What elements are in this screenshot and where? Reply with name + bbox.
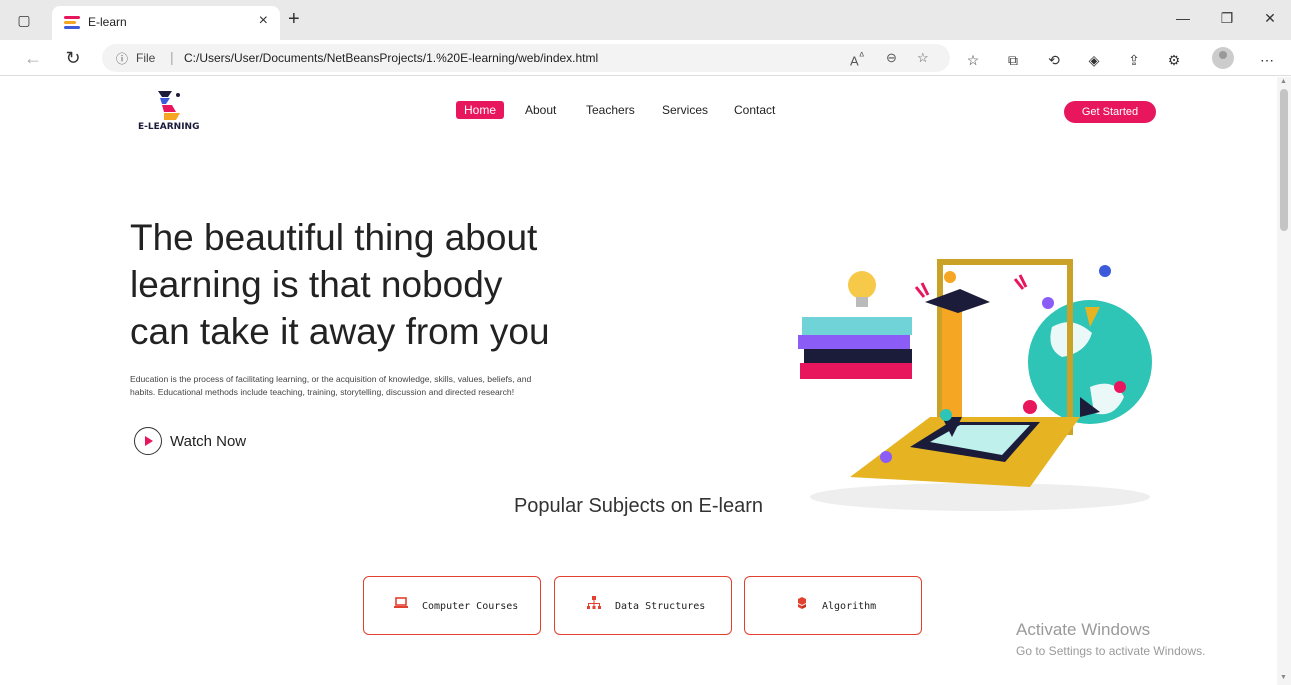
hero-description: Education is the process of facilitating… <box>130 374 532 397</box>
address-file-label: File <box>136 51 156 65</box>
share-icon[interactable]: ⇪ <box>1123 49 1145 71</box>
sitemap-icon <box>587 596 601 609</box>
subject-card-data-structures[interactable]: Data Structures <box>554 576 732 635</box>
hero-title-line: learning is that nobody <box>130 264 503 305</box>
scroll-up-icon[interactable]: ▲ <box>1280 78 1287 85</box>
logo-text: E-LEARNING <box>138 122 200 132</box>
new-tab-icon[interactable]: + <box>288 8 300 31</box>
window-close-icon[interactable]: ✕ <box>1255 10 1285 27</box>
subject-label: Algorithm <box>822 601 877 612</box>
info-icon[interactable]: ⓘ <box>116 50 128 67</box>
nav-teachers[interactable]: Teachers <box>586 103 635 117</box>
profile-avatar[interactable] <box>1212 47 1234 69</box>
address-url[interactable]: C:/Users/User/Documents/NetBeansProjects… <box>184 51 598 65</box>
logo-mark-icon <box>158 91 180 120</box>
favorites-icon[interactable]: ☆ <box>962 49 984 71</box>
address-separator: | <box>170 49 174 65</box>
subject-card-algorithm[interactable]: Algorithm <box>744 576 922 635</box>
page-viewport: E-LEARNING Home About Teachers Services … <box>0 77 1277 685</box>
extensions-icon[interactable]: ⚙ <box>1163 49 1185 71</box>
hero-title: The beautiful thing about learning is th… <box>130 214 570 355</box>
tab-close-icon[interactable]: × <box>259 12 268 30</box>
subjects-heading: Popular Subjects on E-learn <box>513 495 764 517</box>
add-favorite-icon[interactable]: ☆ <box>917 50 929 66</box>
tab-title: E-learn <box>88 15 127 29</box>
zoom-icon[interactable]: ⊖ <box>886 50 897 66</box>
watch-now-label[interactable]: Watch Now <box>170 433 246 450</box>
get-started-button[interactable]: Get Started <box>1064 101 1156 123</box>
tab-actions-icon[interactable]: ▢ <box>12 8 36 32</box>
site-favicon-icon <box>64 16 80 30</box>
nav-services[interactable]: Services <box>662 103 708 117</box>
nav-home[interactable]: Home <box>456 101 505 119</box>
history-icon[interactable]: ⟲ <box>1043 49 1065 71</box>
restore-icon[interactable]: ❐ <box>1212 10 1242 27</box>
subject-label: Data Structures <box>615 601 706 612</box>
refresh-icon[interactable]: ↻ <box>62 47 84 69</box>
hero-title-line: The beautiful thing about <box>130 217 538 258</box>
activate-windows-watermark: Activate Windows Go to Settings to activ… <box>1016 620 1205 658</box>
minimize-icon[interactable]: — <box>1168 10 1198 26</box>
cubes-icon <box>798 597 806 609</box>
play-icon[interactable] <box>134 427 162 455</box>
scrollbar-thumb[interactable] <box>1280 89 1288 231</box>
nav-contact[interactable]: Contact <box>734 103 775 117</box>
subject-card-computer-courses[interactable]: Computer Courses <box>363 576 541 635</box>
watermark-subtitle: Go to Settings to activate Windows. <box>1016 644 1206 658</box>
read-aloud-icon[interactable]: Aᐞ <box>850 50 865 68</box>
laptop-icon <box>394 597 408 608</box>
hero-illustration <box>798 259 1152 511</box>
browser-tab-bar: ▢ E-learn × + — ❐ ✕ <box>0 0 1291 40</box>
nav-about[interactable]: About <box>525 103 556 117</box>
site-logo[interactable]: E-LEARNING <box>138 89 204 143</box>
address-bar[interactable]: ⓘ File | C:/Users/User/Documents/NetBean… <box>102 44 950 72</box>
back-arrow-icon[interactable]: ← <box>22 47 44 69</box>
page-scrollbar[interactable]: ▲ ▼ <box>1277 77 1291 685</box>
more-menu-icon[interactable]: ⋯ <box>1256 49 1278 71</box>
scroll-down-icon[interactable]: ▼ <box>1280 674 1287 681</box>
hero-title-line: can take it away from you <box>130 311 550 352</box>
watermark-title: Activate Windows <box>1016 620 1151 639</box>
subject-label: Computer Courses <box>422 601 519 612</box>
collections-icon[interactable]: ⧉ <box>1002 49 1024 71</box>
browser-essentials-icon[interactable]: ◈ <box>1083 49 1105 71</box>
browser-tab[interactable]: E-learn × <box>52 6 280 40</box>
